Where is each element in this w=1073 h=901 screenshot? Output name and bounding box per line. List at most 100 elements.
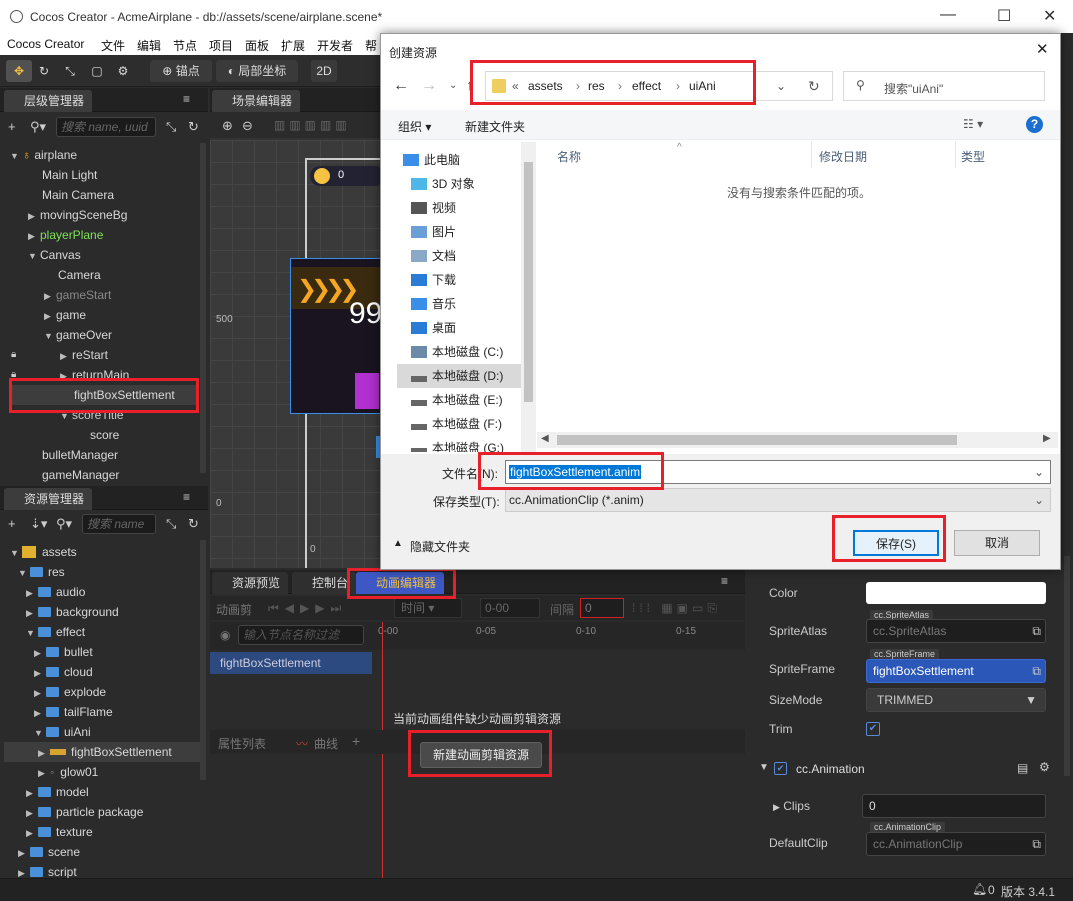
zoom-in-icon[interactable]: ⊕ bbox=[222, 118, 233, 134]
new-clip-button[interactable]: 新建动画剪辑资源 bbox=[420, 742, 542, 768]
savetype-select[interactable]: cc.AnimationClip (*.anim) ⌄ bbox=[505, 488, 1051, 512]
tree-node-gamestart[interactable]: ▶ gameStart bbox=[44, 285, 111, 305]
clips-label[interactable]: ▶ Clips bbox=[773, 799, 810, 813]
help-icon[interactable]: ? bbox=[1026, 116, 1043, 133]
cancel-button[interactable]: 取消 bbox=[954, 530, 1040, 556]
rotate-tool-icon[interactable]: ↻ bbox=[34, 60, 54, 82]
tree-node-movingscenebg[interactable]: ▶ movingSceneBg bbox=[28, 205, 127, 225]
asset-folder-bullet[interactable]: ▶ bullet bbox=[34, 642, 93, 662]
collapse-icon[interactable]: ⤡ bbox=[166, 119, 176, 135]
edit-icons[interactable]: ⁞⁞⁞ ▦▣▭⎘ bbox=[632, 601, 721, 616]
inspector-scrollbar[interactable] bbox=[1064, 556, 1070, 776]
hierarchy-scrollbar[interactable] bbox=[200, 143, 206, 473]
nav-drive-e[interactable]: 本地磁盘 (E:) bbox=[411, 388, 536, 412]
asset-folder-particle-package[interactable]: ▶ particle package bbox=[26, 802, 143, 822]
refresh-icon[interactable]: ↻ bbox=[188, 516, 199, 532]
curve-icon[interactable]: 〰 bbox=[296, 735, 308, 752]
nav-drive-d[interactable]: 本地磁盘 (D:) bbox=[397, 364, 521, 388]
add-property-icon[interactable]: + bbox=[352, 733, 360, 749]
search-icon[interactable]: ⚲▾ bbox=[56, 516, 72, 532]
up-arrow-icon[interactable]: ↑ bbox=[466, 77, 474, 94]
gear-icon[interactable]: ⚙ bbox=[113, 60, 133, 82]
menu-icon[interactable]: ≡ bbox=[183, 490, 190, 504]
forward-arrow-icon[interactable]: → bbox=[421, 77, 437, 95]
menu-node[interactable]: 节点 bbox=[173, 37, 197, 54]
recent-dropdown-icon[interactable]: ⌄ bbox=[449, 80, 457, 91]
move-tool-icon[interactable]: ✥ bbox=[6, 60, 32, 82]
settlement-box[interactable]: ❯❯❯❯ 99 bbox=[290, 258, 386, 414]
hide-folders-button[interactable]: 隐藏文件夹 bbox=[410, 538, 470, 555]
column-date[interactable]: 修改日期 bbox=[819, 148, 867, 165]
dialog-close-button[interactable]: ✕ bbox=[1036, 40, 1049, 58]
nav-this-pc[interactable]: 此电脑 bbox=[403, 148, 536, 172]
sort-icon[interactable]: ⇣▾ bbox=[30, 516, 47, 532]
overflow-chevron-icon[interactable]: « bbox=[512, 79, 519, 93]
nav-desktop[interactable]: 桌面 bbox=[411, 316, 536, 340]
menu-cocos[interactable]: Cocos Creator bbox=[7, 37, 84, 51]
tab-asset-preview[interactable]: 资源预览 bbox=[212, 572, 289, 594]
breadcrumb-assets[interactable]: assets bbox=[528, 79, 563, 93]
menu-developer[interactable]: 开发者 bbox=[317, 37, 353, 54]
dialog-search-input[interactable]: ⚲ 搜索"uiAni" bbox=[843, 71, 1045, 101]
time-unit-select[interactable]: 时间 ▾ bbox=[394, 598, 462, 618]
asset-folder-explode[interactable]: ▶ explode bbox=[34, 682, 106, 702]
nav-drive-g[interactable]: 本地磁盘 (G:) bbox=[411, 436, 536, 452]
maximize-button[interactable]: ☐ bbox=[997, 6, 1011, 26]
playback-icons[interactable]: ⏮◀▶▶⏭ bbox=[268, 601, 347, 616]
chevron-up-icon[interactable]: ▲ bbox=[393, 538, 403, 549]
address-dropdown-icon[interactable]: ⌄ bbox=[776, 79, 786, 93]
tab-scene[interactable]: 场景编辑器 bbox=[212, 90, 301, 112]
assets-scrollbar[interactable] bbox=[200, 540, 206, 780]
anim-node-row[interactable]: fightBoxSettlement bbox=[210, 652, 372, 674]
asset-db-assets[interactable]: ▼ assets bbox=[10, 542, 77, 562]
zoom-out-icon[interactable]: ⊖ bbox=[242, 118, 253, 134]
scene-viewport[interactable]: 500 0 0 0 ❯❯❯❯ 99 bbox=[210, 140, 386, 568]
menu-file[interactable]: 文件 bbox=[101, 37, 125, 54]
hierarchy-search-input[interactable]: 搜索 name, uuid bbox=[56, 117, 156, 137]
spriteframe-field[interactable]: fightBoxSettlement ⧉ bbox=[866, 659, 1046, 683]
trim-checkbox[interactable]: ✔ bbox=[866, 722, 880, 736]
local-coord-button[interactable]: ◐ 局部坐标 bbox=[216, 60, 298, 82]
nav-downloads[interactable]: 下载 bbox=[411, 268, 536, 292]
breadcrumb-effect[interactable]: effect bbox=[632, 79, 661, 93]
eye-icon[interactable]: ◉ bbox=[220, 628, 230, 642]
tree-node-main-light[interactable]: Main Light bbox=[42, 165, 97, 185]
lock-icon[interactable]: 🔒︎ bbox=[11, 369, 16, 380]
tree-node-game[interactable]: ▶ game bbox=[44, 305, 86, 325]
bell-icon[interactable]: 🔔︎ bbox=[972, 882, 987, 896]
asset-glow01[interactable]: ▶ ◦ glow01 bbox=[38, 762, 98, 782]
lock-icon[interactable]: 🔒︎ bbox=[11, 349, 16, 360]
asset-folder-cloud[interactable]: ▶ cloud bbox=[34, 662, 93, 682]
refresh-icon[interactable]: ↻ bbox=[808, 78, 820, 95]
tab-animation-editor[interactable]: 动画编辑器 bbox=[356, 572, 445, 594]
asset-folder-effect[interactable]: ▼ effect bbox=[26, 622, 85, 642]
color-swatch[interactable] bbox=[866, 582, 1046, 604]
asset-folder-uiani[interactable]: ▼ uiAni bbox=[34, 722, 91, 742]
clips-count-input[interactable]: 0 bbox=[862, 794, 1046, 818]
spriteatlas-field[interactable]: cc.SpriteAtlas ⧉ bbox=[866, 619, 1046, 643]
collapse-icon[interactable]: ⤡ bbox=[166, 516, 176, 532]
node-filter-input[interactable]: 输入节点名称过滤 bbox=[238, 625, 364, 645]
anchor-button[interactable]: ⊕ 锚点 bbox=[150, 60, 212, 82]
nav-drive-f[interactable]: 本地磁盘 (F:) bbox=[411, 412, 536, 436]
asset-folder-res[interactable]: ▼ res bbox=[18, 562, 65, 582]
tree-node-returnmain[interactable]: ▶ returnMain bbox=[60, 365, 129, 385]
mode-2d-button[interactable]: 2D bbox=[311, 60, 337, 82]
horizontal-scrollbar[interactable]: ◀ ▶ bbox=[537, 432, 1058, 448]
menu-icon[interactable]: ≡ bbox=[183, 92, 190, 106]
scale-tool-icon[interactable]: ⤡ bbox=[60, 60, 80, 82]
column-name[interactable]: 名称 bbox=[557, 148, 581, 165]
defaultclip-field[interactable]: cc.AnimationClip ⧉ bbox=[866, 832, 1046, 856]
tree-node-score[interactable]: score bbox=[90, 425, 119, 445]
menu-extension[interactable]: 扩展 bbox=[281, 37, 305, 54]
animation-component-header[interactable]: ▼ ✔ cc.Animation ▤ ⚙ bbox=[757, 758, 1057, 780]
minimize-button[interactable]: — bbox=[940, 6, 956, 24]
filename-input[interactable]: fightBoxSettlement.anim ⌄ bbox=[505, 460, 1051, 484]
nav-scrollbar[interactable] bbox=[521, 142, 536, 452]
nav-3d-objects[interactable]: 3D 对象 bbox=[411, 172, 536, 196]
tree-node-playerplane[interactable]: ▶ playerPlane bbox=[28, 225, 103, 245]
interval-input[interactable]: 0 bbox=[580, 598, 624, 618]
tree-node-airplane[interactable]: ▼ ♁ airplane bbox=[10, 145, 77, 165]
asset-folder-script[interactable]: ▶ script bbox=[18, 862, 77, 878]
tree-node-camera[interactable]: Camera bbox=[58, 265, 101, 285]
